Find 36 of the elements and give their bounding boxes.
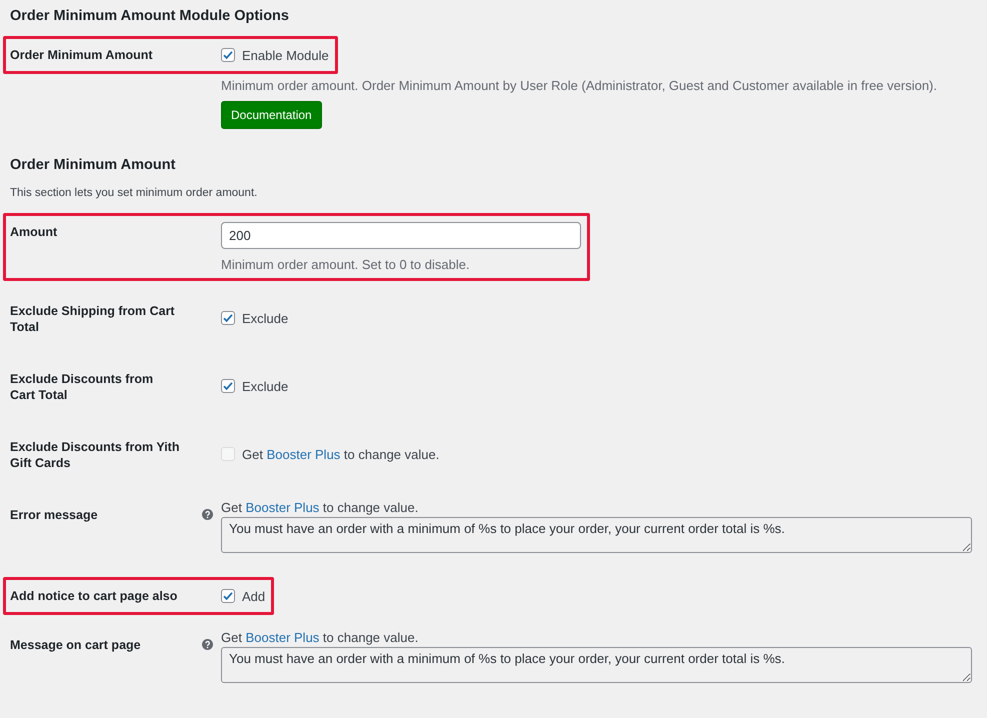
field-label: Amount: [10, 224, 58, 240]
booster-plus-link[interactable]: Booster Plus: [246, 500, 320, 515]
checkbox[interactable]: [221, 379, 235, 393]
help-icon[interactable]: [202, 509, 213, 520]
field-label: Message on cart page: [10, 637, 141, 653]
checkmark-icon: [222, 49, 234, 61]
checkbox-label: Exclude: [242, 378, 288, 394]
checkmark-icon: [222, 590, 234, 602]
section-title: Order Minimum Amount: [9, 156, 176, 175]
upgrade-notice: Get Booster Plus to change value.: [221, 630, 420, 645]
amount-field[interactable]: 200: [221, 222, 581, 249]
checkbox[interactable]: [221, 589, 235, 603]
field-label: Exclude Shipping from Cart Total: [10, 303, 176, 335]
booster-plus-link[interactable]: Booster Plus: [246, 630, 320, 645]
checkbox-label: Enable Module: [242, 48, 329, 62]
checkbox[interactable]: [221, 311, 235, 325]
field-label: Exclude Discounts from Cart Total: [10, 371, 154, 403]
upgrade-notice: Get Booster Plus to change value.: [221, 500, 420, 515]
field-description: Minimum order amount. Set to 0 to disable.: [221, 257, 471, 272]
checkbox-label: Add: [242, 588, 266, 604]
section-description: This section lets you set minimum order amount.: [9, 186, 258, 201]
field-label: Add notice to cart page also: [10, 588, 178, 604]
help-icon[interactable]: [202, 639, 213, 650]
documentation-button[interactable]: Documentation: [221, 101, 322, 129]
upgrade-notice: Get Booster Plus to change value.: [242, 446, 440, 462]
checkbox-label: Exclude: [242, 310, 288, 326]
field-label: Error message: [10, 507, 98, 523]
field-label: Exclude Discounts from Yith Gift Cards: [10, 439, 180, 471]
field-label: Order Minimum Amount: [10, 47, 153, 63]
message-field[interactable]: You must have an order with a minimum of %s to place your order, your current order total is %s.: [221, 647, 972, 683]
field-description: Minimum order amount. Order Minimum Amount by User Role (Administrator, Guest and Customer available in free version).: [221, 78, 938, 93]
checkmark-icon: [222, 312, 234, 324]
checkbox[interactable]: [221, 48, 235, 62]
message-field[interactable]: You must have an order with a minimum of %s to place your order, your current order total is %s.: [221, 517, 972, 553]
checkmark-icon: [222, 380, 234, 392]
section-title: Order Minimum Amount Module Options: [9, 7, 290, 26]
